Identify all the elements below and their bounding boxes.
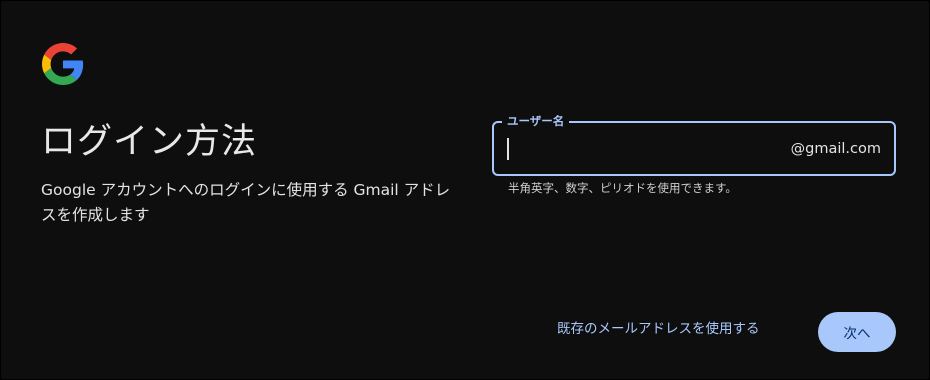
text-caret	[507, 138, 509, 160]
username-field[interactable]: ユーザー名 @gmail.com	[492, 113, 896, 176]
use-existing-email-link[interactable]: 既存のメールアドレスを使用する	[557, 319, 760, 339]
google-logo-icon	[42, 43, 84, 85]
username-field-label: ユーザー名	[502, 113, 570, 129]
username-input[interactable]	[506, 137, 786, 161]
page-title: ログイン方法	[41, 122, 258, 162]
next-button[interactable]: 次へ	[818, 312, 896, 352]
username-hint: 半角英字、数字、ピリオドを使用できます。	[508, 181, 737, 195]
page-description: Google アカウントへのログインに使用する Gmail アドレスを作成します	[41, 181, 451, 224]
signin-card: ログイン方法 Google アカウントへのログインに使用する Gmail アドレ…	[1, 1, 929, 379]
gmail-domain-suffix: @gmail.com	[790, 141, 881, 157]
google-g-icon	[42, 43, 84, 85]
